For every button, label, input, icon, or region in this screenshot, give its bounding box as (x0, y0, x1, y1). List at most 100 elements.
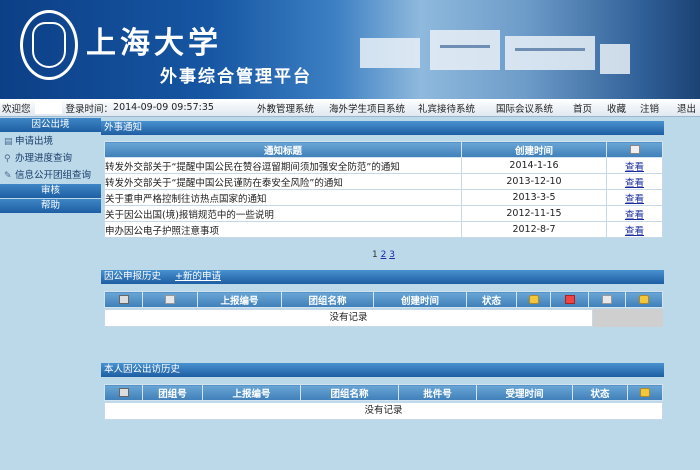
view-link[interactable]: 查看 (625, 226, 644, 237)
col-accept-time: 受理时间 (476, 384, 573, 401)
col-lock (516, 291, 551, 308)
print-icon (118, 388, 129, 397)
nav-home[interactable]: 首页 (573, 101, 592, 115)
table-row: 转发外交部关于“提醒中国公民在赞谷逗留期间须加强安全防范”的通知 2014-1-… (104, 157, 663, 174)
notice-action-cell: 查看 (606, 173, 663, 190)
nav-exit[interactable]: 退出 (677, 101, 696, 115)
apply-history-table: 上报编号 团组名称 创建时间 状态 (104, 291, 663, 308)
search-icon: ⚲ (4, 154, 11, 164)
notices-header-row: 通知标题 创建时间 (104, 141, 663, 158)
document-icon: ▤ (4, 137, 13, 147)
delete-icon (564, 295, 575, 304)
login-time-label: 登录时间： (65, 103, 114, 115)
sidebar-item-public-query[interactable]: ✎ 信息公开团组查询 (0, 167, 101, 184)
apply-history-title-text: 因公申报历史 (104, 271, 162, 282)
apply-history-empty-pad (593, 309, 663, 327)
col-lock (627, 384, 663, 401)
sidebar-section-review[interactable]: 审核 (0, 184, 101, 198)
sidebar-item-label: 信息公开团组查询 (15, 170, 92, 181)
nav-favorite[interactable]: 收藏 (607, 101, 626, 115)
col-group-no: 团组号 (142, 384, 203, 401)
page-link-3[interactable]: 3 (389, 250, 395, 260)
login-time: 2014-09-09 09:57:35 (113, 102, 214, 113)
header-banner: 上海大学 外事综合管理平台 (0, 0, 700, 99)
university-logo-icon (20, 10, 78, 80)
nav-foreign-teacher[interactable]: 外教管理系统 (257, 101, 314, 115)
col-note (588, 291, 626, 308)
visit-history-title-text: 本人因公出访历史 (104, 364, 181, 375)
table-row: 关于因公出国(境)报销规范中的一些说明 2012-11-15 查看 (104, 205, 663, 222)
col-report-no: 上报编号 (202, 384, 301, 401)
notices-title-text: 外事通知 (104, 122, 143, 133)
notice-title: 转发外交部关于“提醒中国公民谨防在泰安全风险”的通知 (104, 173, 462, 190)
nav-conference[interactable]: 国际会议系统 (496, 101, 553, 115)
notice-time: 2012-11-15 (461, 205, 607, 222)
notice-action-cell: 查看 (606, 189, 663, 206)
pagination: 1 2 3 (372, 250, 395, 260)
edit-icon (165, 295, 175, 304)
view-link[interactable]: 查看 (625, 194, 644, 205)
col-print (104, 291, 143, 308)
apply-history-header-row: 上报编号 团组名称 创建时间 状态 (104, 291, 663, 308)
col-group-name: 团组名称 (300, 384, 399, 401)
notice-time: 2014-1-16 (461, 157, 607, 174)
note-icon (602, 295, 612, 304)
col-delete (550, 291, 589, 308)
lock-icon (640, 388, 650, 397)
notices-panel-title: 外事通知 (101, 121, 664, 135)
col-edit (142, 291, 198, 308)
notice-title: 申办因公电子护照注意事项 (104, 221, 462, 238)
table-row: 关于重申严格控制往访热点国家的通知 2013-3-5 查看 (104, 189, 663, 206)
welcome-text: 欢迎您 (2, 103, 31, 115)
notice-action-cell: 查看 (606, 205, 663, 222)
col-create-time: 创建时间 (373, 291, 467, 308)
notice-time: 2012-8-7 (461, 221, 607, 238)
col-report-no: 上报编号 (197, 291, 282, 308)
col-approval-no: 批件号 (398, 384, 477, 401)
col-status: 状态 (572, 384, 628, 401)
view-link[interactable]: 查看 (625, 178, 644, 189)
col-time: 创建时间 (461, 141, 607, 158)
page-link-2[interactable]: 2 (381, 250, 387, 260)
visit-history-empty: 没有记录 (104, 402, 663, 420)
sidebar-item-apply[interactable]: ▤ 申请出境 (0, 133, 101, 150)
notice-title: 关于因公出国(境)报销规范中的一些说明 (104, 205, 462, 222)
page-current: 1 (372, 250, 378, 260)
notice-action-cell: 查看 (606, 221, 663, 238)
view-link[interactable]: 查看 (625, 162, 644, 173)
nav-reception[interactable]: 礼宾接待系统 (418, 101, 475, 115)
notice-icon (629, 145, 640, 154)
new-application-link[interactable]: +新的申请 (175, 271, 221, 282)
col-print (104, 384, 143, 401)
visit-history-title: 本人因公出访历史 (101, 363, 664, 377)
visit-history-table: 团组号 上报编号 团组名称 批件号 受理时间 状态 (104, 384, 663, 401)
tool-icon: ✎ (4, 171, 12, 181)
nav-logout[interactable]: 注销 (640, 101, 659, 115)
apply-history-title: 因公申报历史 +新的申请 (101, 270, 664, 284)
top-bar: 欢迎您 登录时间： 2014-09-09 09:57:35 外教管理系统 海外学… (0, 99, 700, 117)
nav-overseas-student[interactable]: 海外学生项目系统 (329, 101, 405, 115)
notice-action-cell: 查看 (606, 157, 663, 174)
sidebar: 因公出境 ▤ 申请出境 ⚲ 办理进度查询 ✎ 信息公开团组查询 审核 帮助 (0, 118, 101, 470)
site-subtitle: 外事综合管理平台 (160, 67, 312, 87)
sidebar-section-help[interactable]: 帮助 (0, 199, 101, 213)
notice-time: 2013-12-10 (461, 173, 607, 190)
table-row: 转发外交部关于“提醒中国公民谨防在泰安全风险”的通知 2013-12-10 查看 (104, 173, 663, 190)
username-field (34, 101, 62, 114)
lock-icon (639, 295, 649, 304)
col-status: 状态 (466, 291, 517, 308)
sidebar-section-outbound[interactable]: 因公出境 (0, 118, 101, 132)
view-link[interactable]: 查看 (625, 210, 644, 221)
table-row: 申办因公电子护照注意事项 2012-8-7 查看 (104, 221, 663, 238)
sidebar-item-progress[interactable]: ⚲ 办理进度查询 (0, 150, 101, 167)
sidebar-item-label: 申请出境 (15, 136, 54, 147)
notice-title: 关于重申严格控制往访热点国家的通知 (104, 189, 462, 206)
visit-history-header-row: 团组号 上报编号 团组名称 批件号 受理时间 状态 (104, 384, 663, 401)
notice-title: 转发外交部关于“提醒中国公民在赞谷逗留期间须加强安全防范”的通知 (104, 157, 462, 174)
notices-table: 通知标题 创建时间 转发外交部关于“提醒中国公民在赞谷逗留期间须加强安全防范”的… (104, 141, 663, 238)
col-icon (606, 141, 663, 158)
apply-history-empty: 没有记录 (104, 309, 593, 327)
sidebar-item-label: 办理进度查询 (15, 153, 73, 164)
lock-icon (528, 295, 539, 304)
col-lock2 (625, 291, 663, 308)
